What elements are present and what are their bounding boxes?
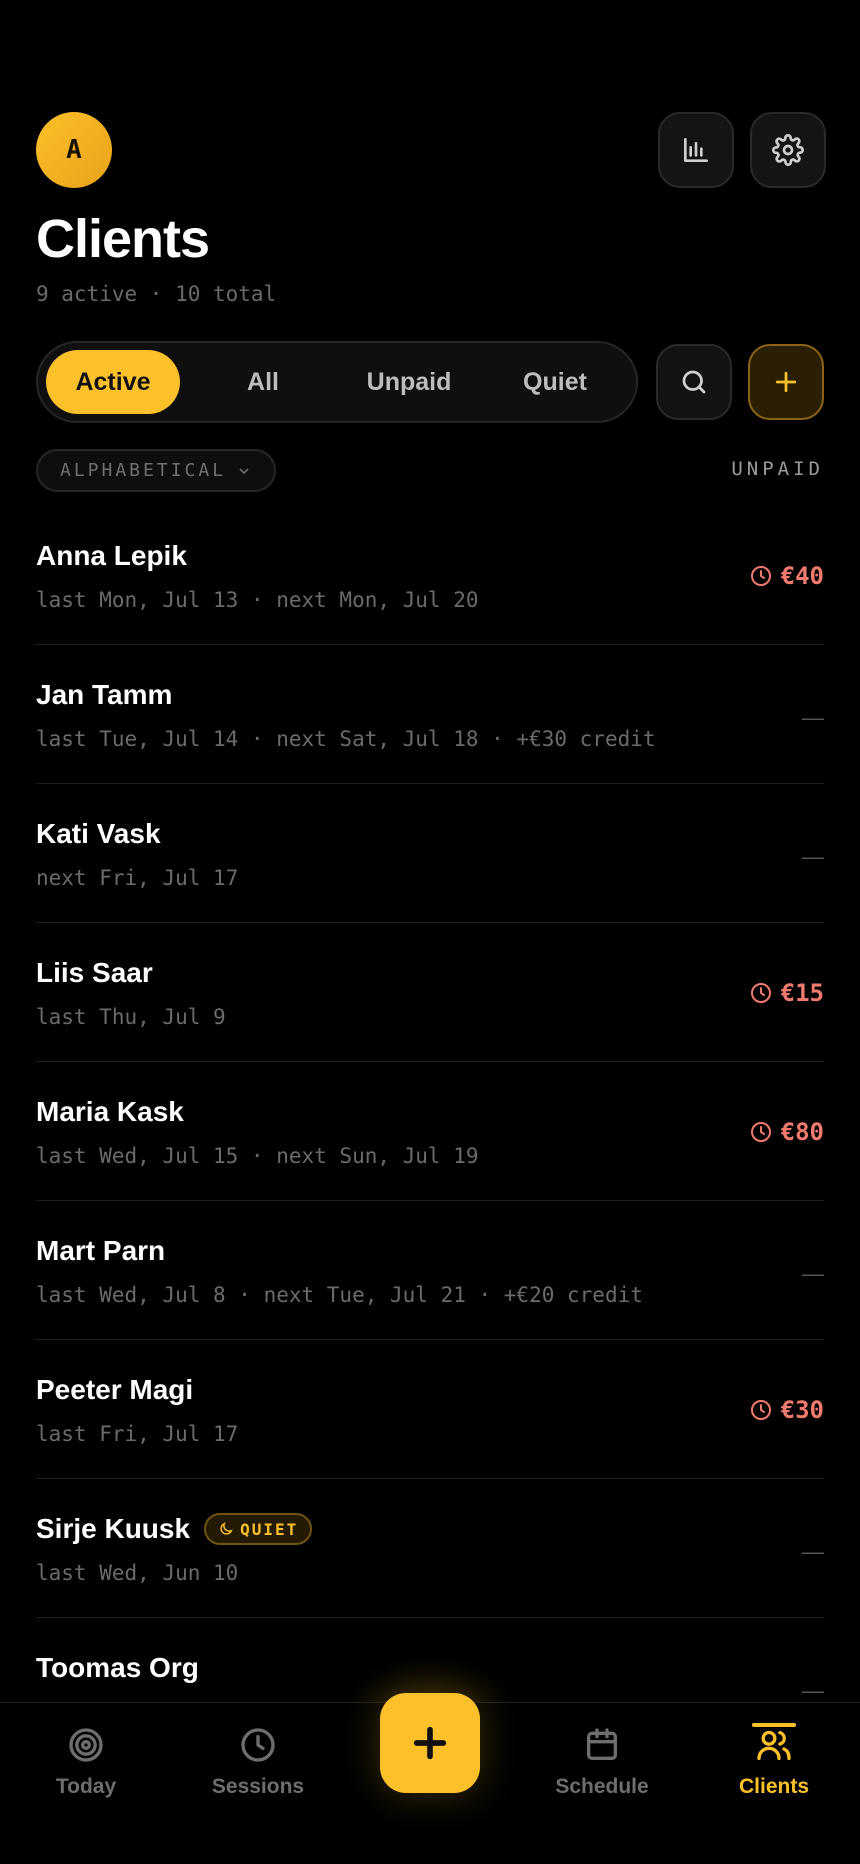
active-tab-indicator (752, 1723, 796, 1727)
chevron-down-icon (239, 467, 249, 474)
bar-chart-icon (684, 138, 708, 162)
client-name: Sirje Kuusk (36, 1513, 191, 1544)
clock-icon (750, 1400, 771, 1420)
avatar[interactable]: A (36, 112, 112, 188)
sort-dropdown[interactable]: ALPHABETICAL (36, 449, 277, 492)
unpaid-none: — (802, 1539, 824, 1564)
unpaid-none: — (802, 844, 824, 869)
unpaid-value: €80 (780, 1118, 824, 1146)
clock-icon (750, 983, 771, 1003)
tab-active[interactable]: Active (46, 350, 180, 414)
clock-icon (241, 1728, 275, 1762)
tab-sessions-label: Sessions (211, 1775, 305, 1798)
tab-sessions[interactable]: Sessions (183, 1725, 333, 1799)
unpaid-none: — (802, 1678, 824, 1703)
clock-icon (750, 566, 771, 586)
unpaid-value: €30 (780, 1396, 824, 1424)
table-row[interactable]: Liis Saar last Thu, Jul 9 €15 (36, 923, 824, 1062)
quiet-badge: QUIET (204, 1513, 313, 1545)
tab-schedule[interactable]: Schedule (527, 1725, 677, 1799)
unpaid-column-header: UNPAID (731, 458, 824, 480)
client-name-row: Maria Kask (36, 1096, 184, 1128)
stats-button[interactable] (658, 112, 734, 188)
unpaid-amount: €15 (749, 979, 824, 1007)
add-session-fab[interactable] (380, 1693, 480, 1793)
unpaid-amount: €80 (749, 1118, 824, 1146)
client-name: Peeter Magi (36, 1374, 194, 1405)
client-name: Anna Lepik (36, 540, 187, 571)
client-name: Kati Vask (36, 818, 161, 849)
tab-schedule-label: Schedule (555, 1775, 649, 1798)
tab-unpaid[interactable]: Unpaid (336, 350, 482, 414)
client-name-row: Mart Parn (36, 1235, 165, 1267)
client-meta: last Wed, Jul 8 · next Tue, Jul 21 · +€2… (36, 1283, 643, 1307)
client-name-row: Anna Lepik (36, 540, 187, 572)
client-name: Jan Tamm (36, 679, 173, 710)
client-name: Maria Kask (36, 1096, 184, 1127)
client-meta: last Tue, Jul 14 · next Sat, Jul 18 · +€… (36, 727, 656, 751)
client-name-row: Peeter Magi (36, 1374, 193, 1406)
table-row[interactable]: Anna Lepik last Mon, Jul 13 · next Mon, J… (36, 506, 824, 645)
users-icon (757, 1730, 791, 1760)
unpaid-none: — (802, 705, 824, 730)
tab-all[interactable]: All (190, 350, 336, 414)
table-row[interactable]: Sirje Kuusk QUIET last Wed, Jun 10 — (36, 1479, 824, 1618)
client-meta: last Wed, Jun 10 (36, 1561, 239, 1585)
client-name: Mart Parn (36, 1235, 166, 1266)
sort-label: ALPHABETICAL (60, 460, 227, 481)
table-row[interactable]: Maria Kask last Wed, Jul 15 · next Sun, J… (36, 1062, 824, 1201)
unpaid-none: — (802, 1261, 824, 1286)
quiet-badge-label: QUIET (240, 1519, 299, 1539)
client-list: Anna Lepik last Mon, Jul 13 · next Mon, J… (36, 506, 824, 1757)
tab-clients[interactable]: Clients (699, 1723, 849, 1799)
client-meta: last Wed, Jul 15 · next Sun, Jul 19 (36, 1144, 479, 1168)
page-title: Clients (36, 209, 210, 269)
filter-segmented-control: Active All Unpaid Quiet (36, 341, 638, 423)
add-client-button[interactable] (748, 344, 824, 420)
client-name-row: Toomas Org (36, 1652, 199, 1684)
header: A (36, 112, 826, 188)
settings-button[interactable] (750, 112, 826, 188)
table-row[interactable]: Mart Parn last Wed, Jul 8 · next Tue, Jul… (36, 1201, 824, 1340)
calendar-icon (587, 1728, 617, 1760)
search-button[interactable] (656, 344, 732, 420)
unpaid-amount: €30 (749, 1396, 824, 1424)
client-name-row: Jan Tamm (36, 679, 172, 711)
unpaid-value: €40 (780, 562, 824, 590)
client-name: Liis Saar (36, 957, 153, 988)
client-name-row: Liis Saar (36, 957, 153, 989)
gear-icon (772, 134, 804, 166)
client-meta: last Mon, Jul 13 · next Mon, Jul 20 (36, 588, 479, 612)
search-icon (682, 370, 706, 394)
tab-today-label: Today (55, 1775, 117, 1798)
table-row[interactable]: Kati Vask next Fri, Jul 17 — (36, 784, 824, 923)
unpaid-value: €15 (780, 979, 824, 1007)
clock-icon (750, 1122, 771, 1142)
moon-icon (220, 1522, 233, 1535)
plus-icon (775, 371, 797, 393)
tab-today[interactable]: Today (11, 1725, 161, 1799)
page-subtitle: 9 active · 10 total (36, 282, 277, 306)
table-row[interactable]: Jan Tamm last Tue, Jul 14 · next Sat, Jul… (36, 645, 824, 784)
tab-clients-label: Clients (738, 1775, 809, 1798)
tab-quiet[interactable]: Quiet (482, 350, 628, 414)
target-icon (69, 1728, 103, 1762)
client-name-row: Sirje Kuusk QUIET (36, 1513, 313, 1545)
client-name-row: Kati Vask (36, 818, 161, 850)
unpaid-amount: €40 (749, 562, 824, 590)
client-name: Toomas Org (36, 1652, 199, 1683)
plus-icon (413, 1726, 447, 1760)
client-meta: next Fri, Jul 17 (36, 866, 239, 890)
client-meta: last Thu, Jul 9 (36, 1005, 226, 1029)
table-row[interactable]: Peeter Magi last Fri, Jul 17 €30 (36, 1340, 824, 1479)
client-meta: last Fri, Jul 17 (36, 1422, 239, 1446)
